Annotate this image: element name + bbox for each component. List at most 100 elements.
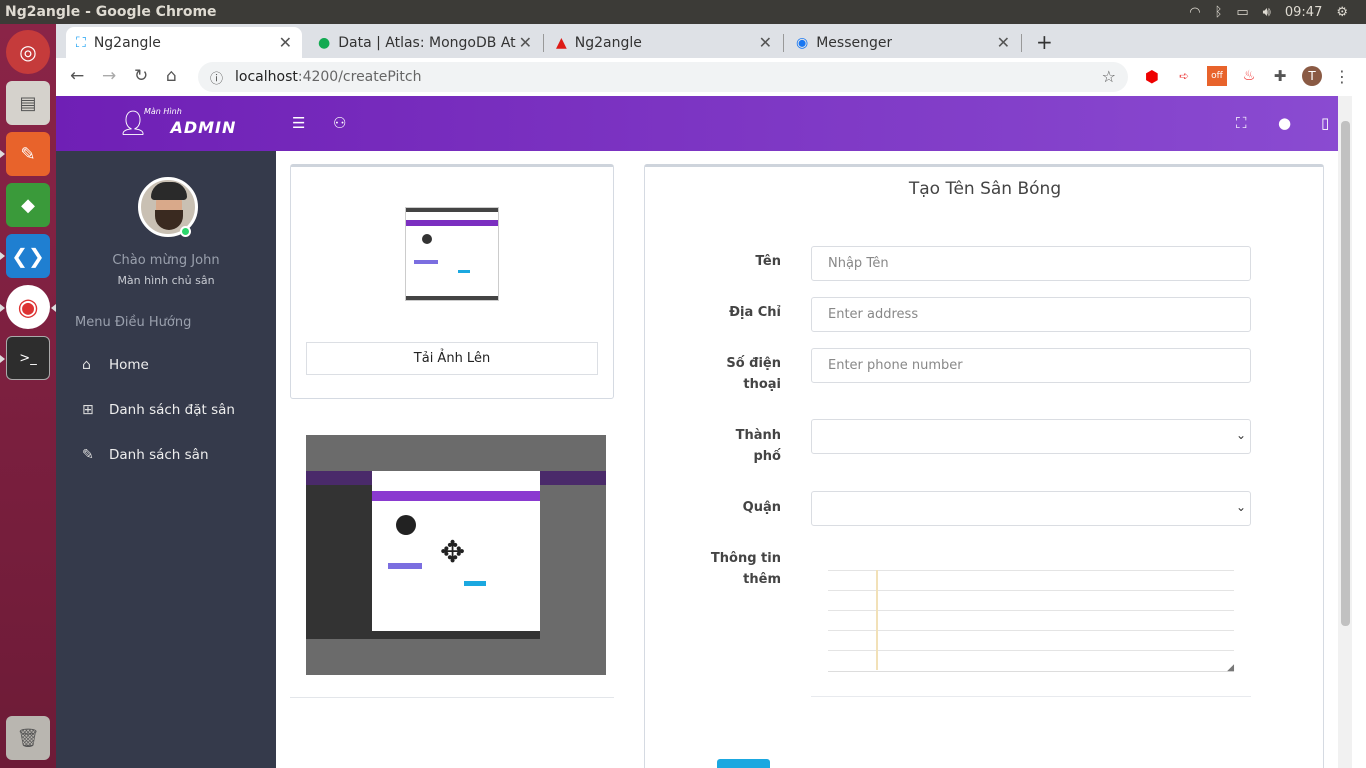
extension-off-icon[interactable]: off xyxy=(1207,66,1227,86)
messenger-icon: ◉ xyxy=(796,34,809,51)
name-input[interactable]: Nhập Tên xyxy=(811,246,1251,281)
upload-image-button[interactable]: Tải Ảnh Lên xyxy=(306,342,598,375)
account-circle-icon[interactable]: ● xyxy=(1278,114,1291,132)
url-host: localhost xyxy=(235,69,298,85)
menu-title: Menu Điều Hướng xyxy=(75,315,192,330)
image-crop-preview[interactable]: ✥ xyxy=(306,435,606,675)
logo-big-text: ADMIN xyxy=(170,118,237,137)
menu-kebab-icon[interactable]: ⋮ xyxy=(1332,66,1352,86)
tab-ng2angle-active[interactable]: ⛶ Ng2angle ✕ xyxy=(66,27,302,58)
back-icon[interactable]: ← xyxy=(70,66,84,86)
address-bar[interactable]: ⓘ localhost :4200/createPitch ☆ xyxy=(198,62,1128,92)
extra-info-label: Thông tin thêm xyxy=(710,551,781,587)
tab-ng2angle[interactable]: ▲ Ng2angle ✕ xyxy=(546,27,782,58)
forward-icon[interactable]: → xyxy=(102,66,116,86)
phone-input[interactable]: Enter phone number xyxy=(811,348,1251,383)
browser-chrome: ⛶ Ng2angle ✕ ● Data | Atlas: MongoDB At … xyxy=(56,24,1366,96)
app-header: 👤︎ Màn Hình ADMIN ☰ ⚇ ⛶ ● ▯ xyxy=(56,96,1338,151)
robo3t-icon[interactable]: ◆ xyxy=(6,183,50,227)
os-top-bar: Ng2angle - Google Chrome ◠ ᛒ ▭ 🔊︎ 09:47 … xyxy=(0,0,1366,24)
terminal-icon[interactable]: >_ xyxy=(6,336,50,380)
main-content: Tải Ảnh Lên ✥ Tạo Tên Sân Bóng Tên Nhập … xyxy=(276,151,1338,768)
fullscreen-icon[interactable]: ⛶ xyxy=(1236,114,1247,132)
submit-button[interactable] xyxy=(717,759,770,768)
extensions-puzzle-icon[interactable]: ✚ xyxy=(1270,66,1290,86)
extra-info-textarea[interactable]: ◢ xyxy=(811,560,1251,697)
edit-icon: ✎ xyxy=(82,447,94,463)
create-pitch-form: Tạo Tên Sân Bóng Tên Nhập Tên Địa Chỉ En… xyxy=(644,164,1324,768)
city-select[interactable]: ⌄ xyxy=(811,419,1251,454)
ubuntu-launcher: ◎ ▤ ✎ ◆ ❮❯ ◉ >_ 🗑︎ xyxy=(0,24,56,768)
scrollbar-thumb[interactable] xyxy=(1341,121,1350,626)
sidebar-item-label: Home xyxy=(109,357,149,373)
info-icon[interactable]: ⓘ xyxy=(210,68,223,87)
sidebar-panel-icon[interactable]: ▯ xyxy=(1321,114,1329,132)
city-label: Thành phố xyxy=(735,428,781,464)
web-page: 👤︎ Màn Hình ADMIN ☰ ⚇ ⛶ ● ▯ Chào mừng Jo… xyxy=(56,96,1366,768)
tab-label: Messenger xyxy=(816,34,893,51)
browser-toolbar: ← → ↻ ⌂ ⓘ localhost :4200/createPitch ☆ … xyxy=(56,58,1366,96)
power-icon[interactable]: ⚙ xyxy=(1336,5,1348,20)
battery-icon[interactable]: ▭ xyxy=(1236,5,1248,20)
adblock-icon[interactable]: ⬢ xyxy=(1142,66,1162,86)
vscode-icon[interactable]: ❮❯ xyxy=(6,234,50,278)
tab-messenger[interactable]: ◉ Messenger ✕ xyxy=(786,27,1020,58)
url-path: :4200/createPitch xyxy=(297,69,422,85)
form-title: Tạo Tên Sân Bóng xyxy=(908,179,1062,199)
resize-handle-icon[interactable]: ◢ xyxy=(1227,663,1234,673)
chevron-down-icon: ⌄ xyxy=(1235,428,1246,442)
tab-label: Data | Atlas: MongoDB At xyxy=(338,34,516,51)
page-scrollbar[interactable] xyxy=(1338,96,1352,768)
user-outline-icon[interactable]: ⚇ xyxy=(333,114,346,132)
tab-label: Ng2angle xyxy=(93,34,161,51)
sidebar-item-booking-list[interactable]: ⊞ Danh sách đặt sân xyxy=(82,402,235,418)
sidebar-item-pitch-list[interactable]: ✎ Danh sách sân xyxy=(82,447,209,463)
clock[interactable]: 09:47 xyxy=(1285,5,1322,20)
close-tab-icon[interactable]: ✕ xyxy=(997,33,1010,52)
home-icon: ⌂ xyxy=(82,357,91,373)
phone-label: Số điện thoại xyxy=(726,356,781,392)
window-title: Ng2angle - Google Chrome xyxy=(5,4,217,20)
chevron-down-icon: ⌄ xyxy=(1235,500,1246,514)
postman-icon[interactable]: ✎ xyxy=(6,132,50,176)
home-icon[interactable]: ⌂ xyxy=(166,66,177,86)
system-tray: ◠ ᛒ ▭ 🔊︎ 09:47 ⚙ xyxy=(1189,0,1348,24)
extension-arrow-icon[interactable]: ➪ xyxy=(1174,66,1194,86)
bookmark-star-icon[interactable]: ☆ xyxy=(1102,67,1116,86)
new-tab-icon[interactable]: + xyxy=(1036,30,1053,54)
uploaded-image-thumbnail xyxy=(405,207,499,301)
volume-icon[interactable]: 🔊︎ xyxy=(1263,5,1271,20)
close-tab-icon[interactable]: ✕ xyxy=(519,33,532,52)
wifi-icon[interactable]: ◠ xyxy=(1189,5,1200,20)
online-status-dot xyxy=(180,226,191,237)
upload-card: Tải Ảnh Lên xyxy=(290,164,614,399)
extension-fire-icon[interactable]: ♨ xyxy=(1239,66,1259,86)
files-icon[interactable]: ▤ xyxy=(6,81,50,125)
sidebar: Chào mừng John Màn hình chủ sân Menu Điề… xyxy=(56,151,276,768)
close-tab-icon[interactable]: ✕ xyxy=(279,33,292,52)
tab-label: Ng2angle xyxy=(574,34,642,51)
ubuntu-dash-icon[interactable]: ◎ xyxy=(6,30,50,74)
chrome-icon[interactable]: ◉ xyxy=(6,285,50,329)
sidebar-item-label: Danh sách sân xyxy=(109,447,209,463)
sidebar-item-label: Danh sách đặt sân xyxy=(109,402,235,418)
role-text: Màn hình chủ sân xyxy=(117,274,215,287)
district-select[interactable]: ⌄ xyxy=(811,491,1251,526)
move-cursor-icon: ✥ xyxy=(440,535,466,570)
profile-avatar[interactable]: T xyxy=(1302,66,1322,86)
bluetooth-icon[interactable]: ᛒ xyxy=(1215,5,1223,20)
reload-icon[interactable]: ↻ xyxy=(134,66,148,86)
angular-tab-icon: ⛶ xyxy=(76,34,86,51)
admin-logo[interactable]: 👤︎ Màn Hình ADMIN xyxy=(118,107,237,137)
address-input[interactable]: Enter address xyxy=(811,297,1251,332)
trash-icon[interactable]: 🗑︎ xyxy=(6,716,50,760)
name-label: Tên xyxy=(755,254,781,269)
sidebar-item-home[interactable]: ⌂ Home xyxy=(82,357,149,373)
address-label: Địa Chỉ xyxy=(729,305,781,320)
hamburger-menu-icon[interactable]: ☰ xyxy=(292,114,305,132)
tab-mongodb[interactable]: ● Data | Atlas: MongoDB At ✕ xyxy=(308,27,542,58)
grid-icon: ⊞ xyxy=(82,402,94,418)
close-tab-icon[interactable]: ✕ xyxy=(759,33,772,52)
district-label: Quận xyxy=(742,500,781,515)
logo-small-text: Màn Hình xyxy=(144,107,182,116)
